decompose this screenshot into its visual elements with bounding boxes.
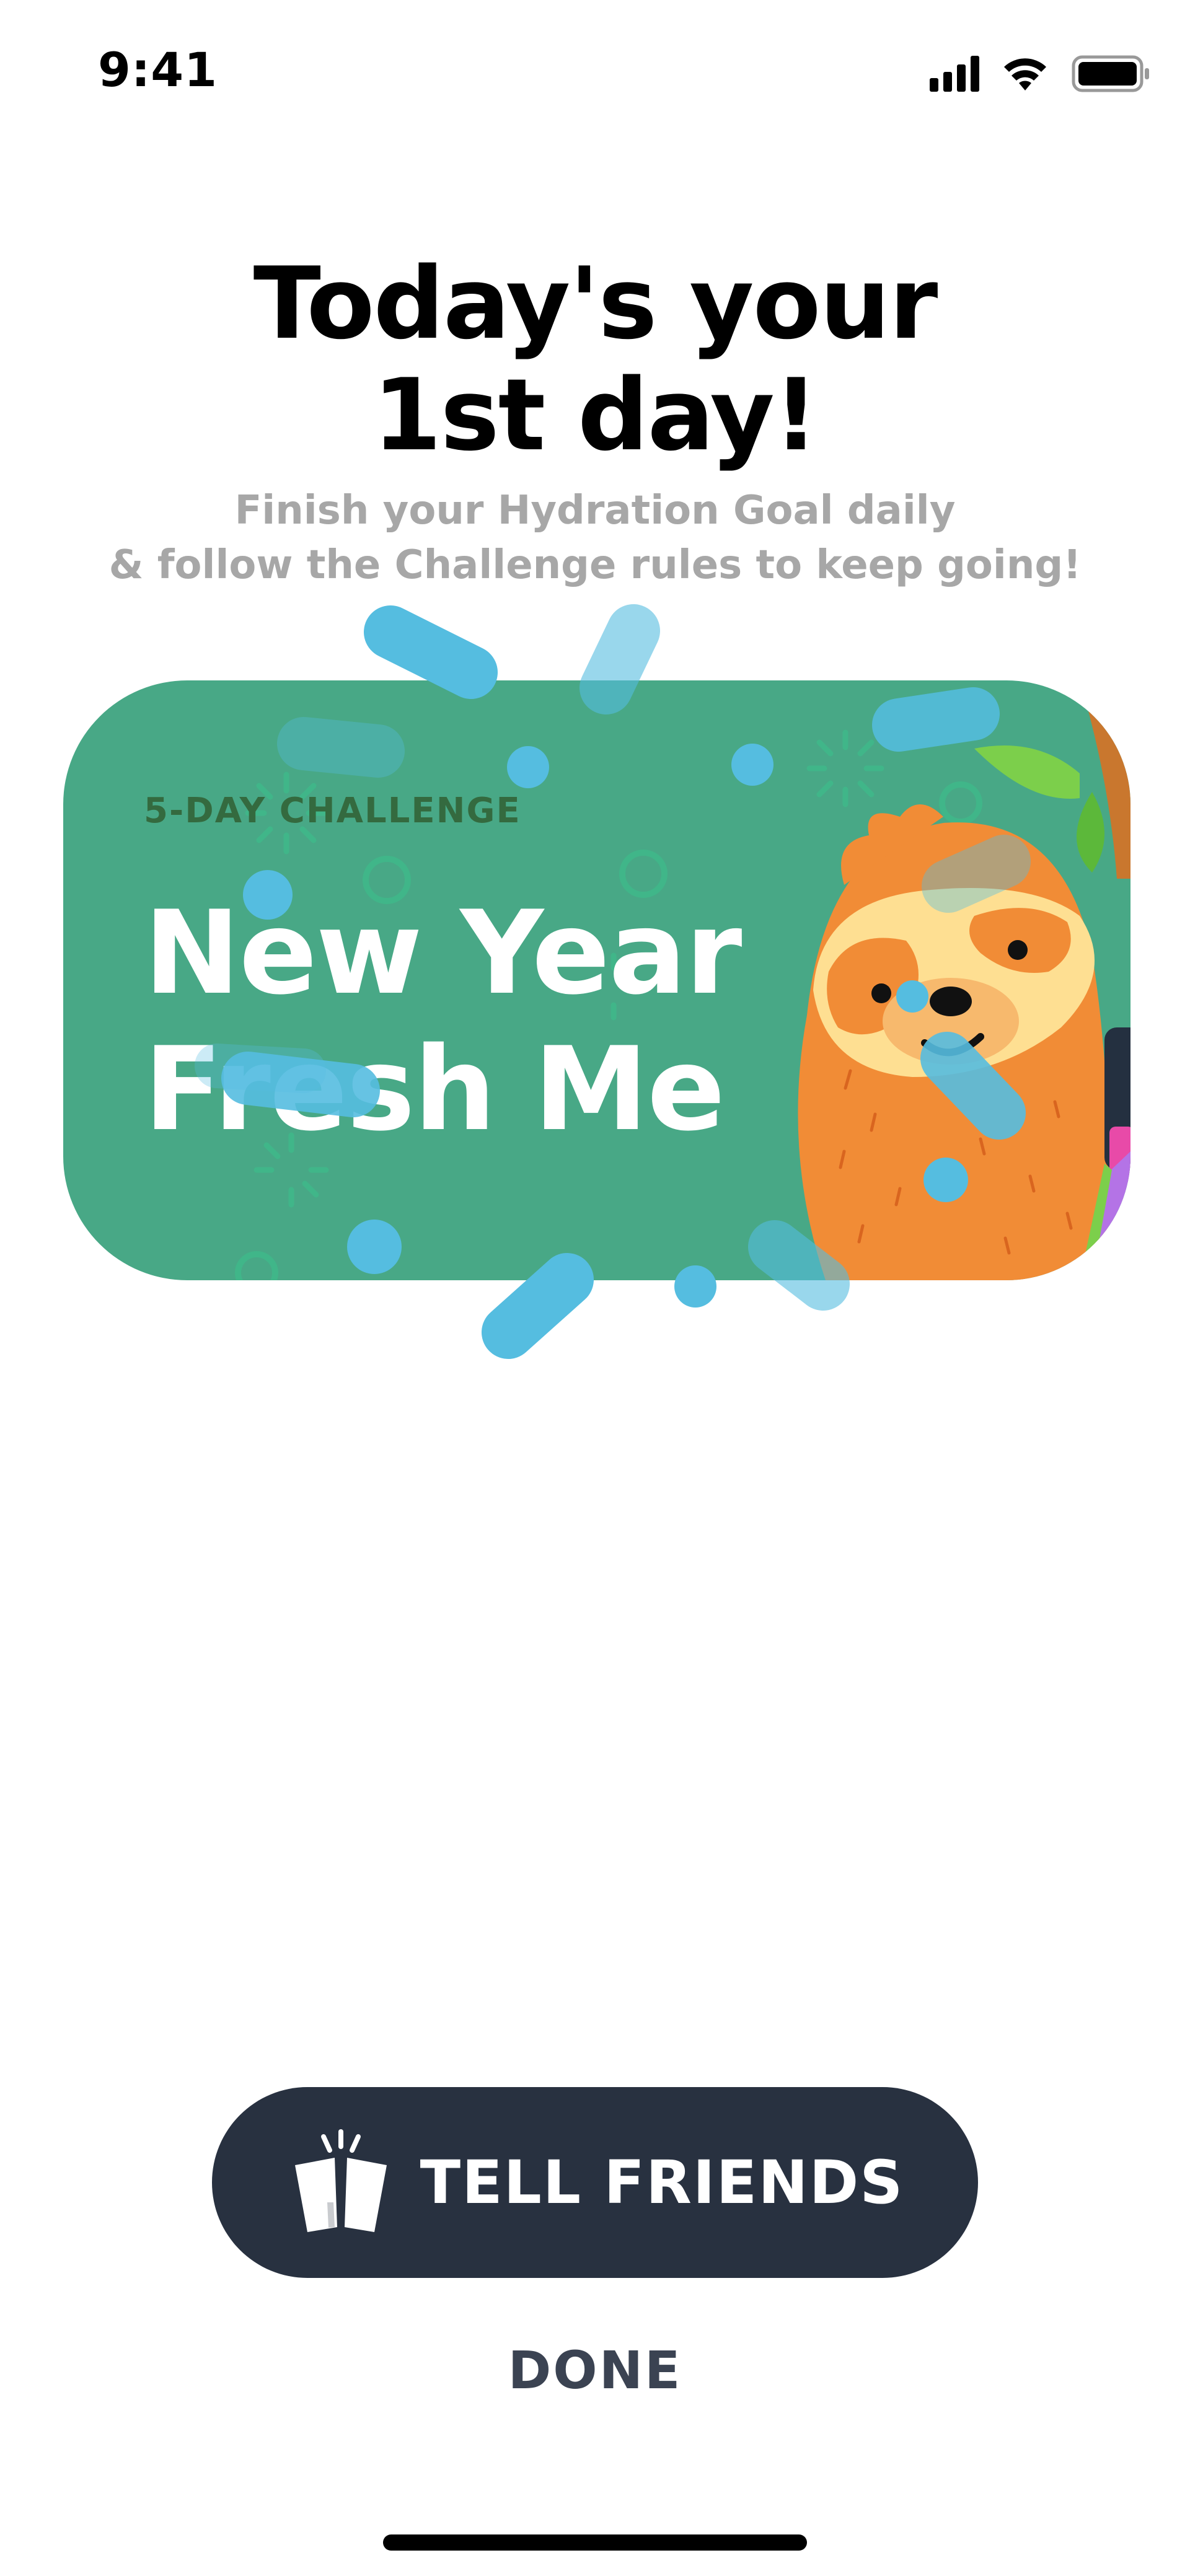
cellular-signal-icon — [930, 56, 979, 92]
page-title: Today's your 1st day! — [0, 248, 1190, 471]
challenge-title-line-1: New Year — [144, 886, 742, 1020]
status-time: 9:41 — [98, 42, 218, 97]
status-icons — [930, 55, 1149, 92]
home-indicator[interactable] — [383, 2534, 807, 2551]
page-subtitle-line-2: & follow the Challenge rules to keep goi… — [108, 542, 1082, 588]
tell-friends-label: TELL FRIENDS — [420, 2148, 904, 2217]
page-title-line-2: 1st day! — [372, 357, 819, 473]
challenge-card: 5-DAY CHALLENGE New Year Fresh Me — [63, 680, 1130, 1280]
page-subtitle-line-1: Finish your Hydration Goal daily — [234, 488, 956, 534]
page-title-line-1: Today's your — [253, 245, 938, 361]
challenge-title: New Year Fresh Me — [144, 885, 742, 1158]
challenge-card-area: 5-DAY CHALLENGE New Year Fresh Me — [0, 595, 1190, 1400]
tell-friends-button[interactable]: TELL FRIENDS — [212, 2087, 978, 2278]
page-subtitle: Finish your Hydration Goal daily & follo… — [0, 483, 1190, 592]
done-button[interactable]: DONE — [471, 2336, 719, 2404]
sloth-illustration — [798, 680, 1130, 1280]
wifi-icon — [1004, 58, 1046, 90]
status-bar: 9:41 — [0, 0, 1190, 124]
cheers-icon — [294, 2129, 387, 2232]
challenge-kicker: 5-DAY CHALLENGE — [144, 791, 521, 831]
challenge-title-line-2: Fresh Me — [144, 1022, 725, 1156]
battery-icon — [1072, 55, 1149, 92]
